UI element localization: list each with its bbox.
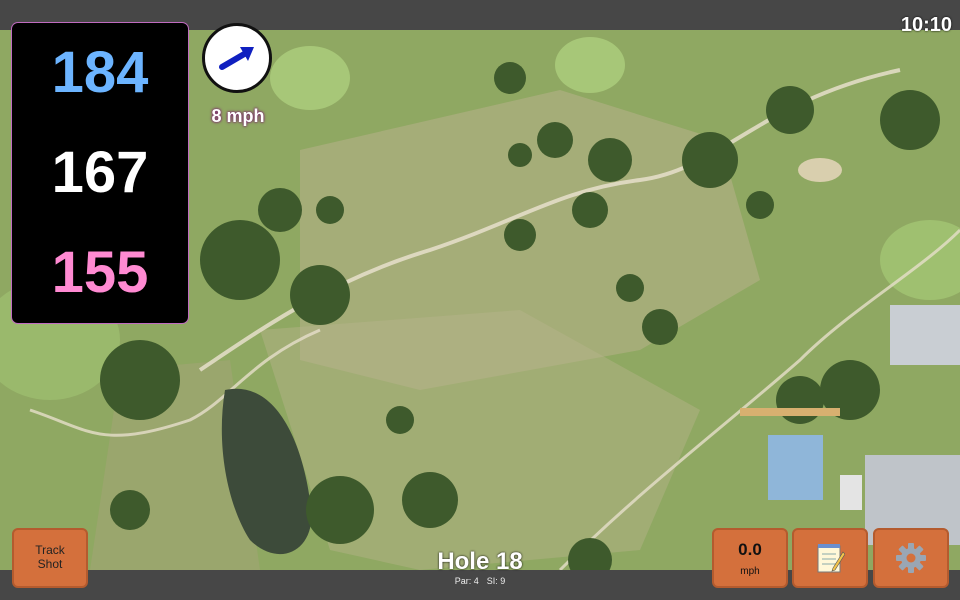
distance-panel: 184 167 155 xyxy=(12,23,188,323)
wind-button-unit: mph xyxy=(740,565,760,577)
hole-title: Hole 18 xyxy=(437,548,523,575)
hole-si: SI: 9 xyxy=(486,576,506,586)
front-distance: 155 xyxy=(51,240,149,305)
hole-info: Hole 18 Par: 4 SI: 9 xyxy=(380,548,580,587)
wind-direction-dial xyxy=(202,23,272,93)
settings-button[interactable] xyxy=(873,528,949,588)
track-shot-label-line2: Shot xyxy=(37,557,63,571)
notes-button[interactable] xyxy=(792,528,868,588)
track-shot-label-line1: Track xyxy=(35,543,65,558)
track-shot-button[interactable]: Track Shot xyxy=(12,528,88,588)
wind-speed-button[interactable]: 0.0 mph xyxy=(712,528,788,588)
wind-button-value: 0.0 xyxy=(738,539,762,559)
gear-icon xyxy=(896,543,926,573)
clock: 10:10 xyxy=(900,14,952,36)
wind-speed-label: 8 mph xyxy=(211,106,265,126)
hole-par: Par: 4 xyxy=(454,576,479,586)
notepad-icon xyxy=(817,544,845,573)
back-distance: 184 xyxy=(51,40,149,105)
middle-distance: 167 xyxy=(51,140,149,205)
hole-details: Par: 4 SI: 9 xyxy=(380,576,580,586)
wind-arrow-icon xyxy=(219,47,254,70)
